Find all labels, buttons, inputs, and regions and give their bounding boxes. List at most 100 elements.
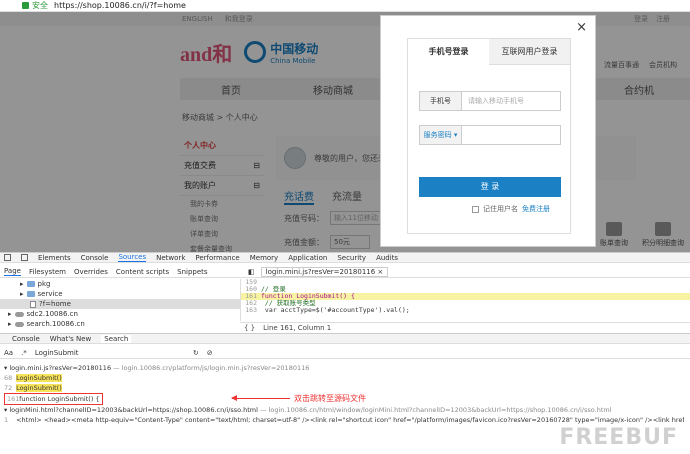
- tab-audits[interactable]: Audits: [376, 254, 398, 262]
- chevron-down-icon: ▾: [451, 131, 458, 139]
- result-line[interactable]: 1 <html> <head><meta http-equiv="Content…: [4, 415, 684, 425]
- phone-field-label: 手机号: [420, 92, 462, 110]
- subtab-snippets[interactable]: Snippets: [177, 268, 207, 276]
- result-box: 161 function LoginSubmit() {: [4, 393, 103, 405]
- remember-checkbox[interactable]: [472, 205, 479, 213]
- drawer-tab-console[interactable]: Console: [12, 335, 40, 343]
- tab-application[interactable]: Application: [288, 254, 327, 262]
- navigator-toggle-icon[interactable]: ◧: [248, 268, 255, 276]
- phone-field[interactable]: 手机号 请输入移动手机号: [419, 91, 561, 111]
- folder-icon: [26, 281, 35, 287]
- address-bar[interactable]: 安全 https://shop.10086.cn/i/?f=home: [0, 0, 690, 12]
- drawer-tab-whatsnew[interactable]: What's New: [50, 335, 91, 343]
- login-card: 手机号登录 互联网用户登录 手机号 请输入移动手机号 服务密码 ▾ 登 录 记住…: [407, 38, 571, 234]
- close-icon[interactable]: ×: [576, 20, 587, 35]
- remember-row: 记住用户名 免费注册: [472, 204, 550, 214]
- annotation: 双击跳转至源码文件: [231, 393, 366, 404]
- result-line-number: 68: [4, 374, 13, 382]
- result-line-text: LoginSubmit(): [16, 374, 62, 382]
- match-case-icon[interactable]: Aa: [4, 349, 13, 357]
- devtools-panel: Elements Console Sources Network Perform…: [0, 252, 690, 454]
- tree-item-sdc2[interactable]: ▸ sdc2.10086.cn: [0, 309, 240, 319]
- result-line[interactable]: 72 LoginSubmit(): [4, 383, 690, 393]
- expand-arrow-icon: ▸: [20, 290, 24, 298]
- tree-label-pkg: pkg: [37, 280, 51, 288]
- result-file-header[interactable]: ▾ loginMini.html?channelID=12003&backUrl…: [4, 405, 690, 415]
- subtab-content-scripts[interactable]: Content scripts: [116, 268, 169, 276]
- tab-memory[interactable]: Memory: [250, 254, 278, 262]
- cursor-position: Line 161, Column 1: [263, 324, 332, 332]
- tab-security[interactable]: Security: [337, 254, 366, 262]
- search-row: Aa .* LoginSubmit ↻ ⊘: [0, 347, 690, 359]
- code-text: var acctType=$('#accountType').val();: [261, 306, 410, 314]
- result-file-name: login.mini.js?resVer=20180116: [9, 364, 112, 372]
- tree-item-search[interactable]: ▸ search.10086.cn: [0, 319, 240, 329]
- login-modal: × 手机号登录 互联网用户登录 手机号 请输入移动手机号 服务密码 ▾ 登 录 …: [380, 15, 596, 247]
- close-icon[interactable]: ×: [377, 268, 383, 276]
- code-line: 163 var acctType=$('#accountType').val()…: [241, 307, 690, 314]
- result-file-header[interactable]: ▾ login.mini.js?resVer=20180116 — login.…: [4, 363, 690, 373]
- freebuf-watermark: FREEBUF: [559, 425, 678, 450]
- result-file-name: loginMini.html?channelID=12003&backUrl=h…: [9, 406, 258, 414]
- search-input[interactable]: LoginSubmit: [35, 349, 185, 357]
- editor-file-name: login.mini.js?resVer=20180116: [265, 267, 376, 276]
- expand-arrow-icon: ▸: [20, 280, 24, 288]
- login-button[interactable]: 登 录: [419, 177, 561, 197]
- result-file-path: — login.10086.cn/html/window/loginMini.h…: [260, 406, 612, 414]
- editor-file-tab[interactable]: login.mini.js?resVer=20180116 ×: [260, 266, 389, 277]
- result-line-text: <html> <head><meta http-equiv="Content-T…: [16, 416, 684, 424]
- tab-performance[interactable]: Performance: [195, 254, 239, 262]
- result-line-text: function LoginSubmit() {: [19, 395, 100, 403]
- brackets-icon[interactable]: { }: [244, 324, 255, 332]
- result-line[interactable]: 68 LoginSubmit(): [4, 373, 690, 383]
- tab-sources[interactable]: Sources: [118, 253, 147, 262]
- tree-label-home: ?f=home: [39, 300, 71, 308]
- clear-icon[interactable]: ⊘: [207, 349, 213, 357]
- free-register-link[interactable]: 免费注册: [522, 204, 550, 214]
- tree-label-sdc2: sdc2.10086.cn: [26, 310, 78, 318]
- result-line-number: 161: [7, 395, 20, 403]
- tab-internet-login[interactable]: 互联网用户登录: [489, 39, 570, 65]
- tab-network[interactable]: Network: [156, 254, 185, 262]
- password-label: 服务密码: [423, 131, 452, 139]
- cloud-icon: [14, 321, 24, 327]
- drawer-tab-search[interactable]: Search: [101, 334, 132, 343]
- lock-icon: [22, 2, 29, 9]
- devtools-tabs: Elements Console Sources Network Perform…: [0, 253, 690, 263]
- tab-console[interactable]: Console: [81, 254, 109, 262]
- subtab-filesystem[interactable]: Filesystem: [29, 268, 66, 276]
- folder-icon: [26, 291, 35, 297]
- annotation-text: 双击跳转至源码文件: [294, 394, 366, 403]
- tree-item-pkg[interactable]: ▸ pkg: [0, 279, 240, 289]
- tree-item-home[interactable]: ?f=home: [0, 299, 240, 309]
- expand-arrow-icon: ▸: [8, 320, 12, 328]
- result-line-number: 72: [4, 384, 13, 392]
- code-editor[interactable]: 159 160// 登录 161 function LoginSubmit() {…: [240, 279, 690, 321]
- remember-label: 记住用户名: [483, 205, 518, 213]
- device-icon[interactable]: [21, 254, 28, 261]
- regex-icon[interactable]: .*: [21, 349, 27, 357]
- drawer-tabs: Console What's New Search: [0, 333, 690, 344]
- subtab-overrides[interactable]: Overrides: [74, 268, 108, 276]
- password-input[interactable]: [462, 126, 468, 144]
- password-type-select[interactable]: 服务密码 ▾: [420, 126, 462, 144]
- line-number: 163: [245, 306, 257, 314]
- file-tree: ▸ pkg ▸ service ?f=home ▸ sdc2.10086.cn ▸ se…: [0, 279, 240, 333]
- arrow-left-icon: [231, 395, 290, 401]
- result-line-number: 1: [4, 416, 9, 424]
- phone-field-placeholder[interactable]: 请输入移动手机号: [462, 92, 524, 110]
- tab-elements[interactable]: Elements: [38, 254, 71, 262]
- code-line: 159: [241, 279, 690, 286]
- inspect-icon[interactable]: [4, 254, 11, 261]
- tree-label-search: search.10086.cn: [26, 320, 85, 328]
- cloud-icon: [14, 311, 24, 317]
- tree-item-service[interactable]: ▸ service: [0, 289, 240, 299]
- editor-status: { } Line 161, Column 1: [240, 322, 690, 333]
- tab-phone-login[interactable]: 手机号登录: [408, 39, 489, 65]
- password-field[interactable]: 服务密码 ▾: [419, 125, 561, 145]
- url-text[interactable]: https://shop.10086.cn/i/?f=home: [54, 1, 186, 10]
- tree-label-service: service: [37, 290, 63, 298]
- refresh-icon[interactable]: ↻: [193, 349, 199, 357]
- result-line-text: LoginSubmit(): [16, 384, 62, 392]
- subtab-page[interactable]: Page: [4, 267, 21, 276]
